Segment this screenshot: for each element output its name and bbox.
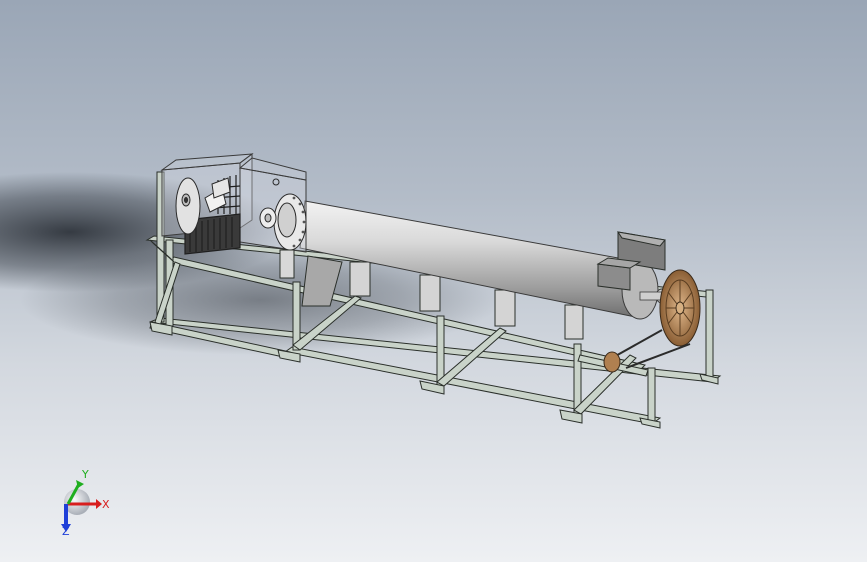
drum-support-bracket	[349, 261, 371, 297]
triad-z-label: Z	[62, 525, 70, 536]
housing-support	[279, 249, 295, 279]
drum-support-bracket	[494, 289, 516, 327]
drum-shaft	[639, 291, 663, 301]
model-canvas[interactable]	[0, 0, 867, 562]
triad-x-label: X	[102, 498, 110, 511]
frame-post	[647, 367, 656, 423]
orientation-triad[interactable]: X Y Z	[44, 466, 114, 536]
drum-support-bracket	[419, 274, 441, 312]
motor-pulley[interactable]	[603, 351, 621, 373]
frame-post	[705, 289, 714, 379]
graphics-viewport[interactable]: X Y Z	[0, 0, 867, 562]
drive-pulley[interactable]	[659, 269, 701, 347]
inlet-disc[interactable]	[175, 177, 201, 235]
triad-y-label: Y	[81, 468, 89, 481]
frame-post	[436, 315, 445, 387]
drum-support-bracket	[564, 304, 584, 340]
